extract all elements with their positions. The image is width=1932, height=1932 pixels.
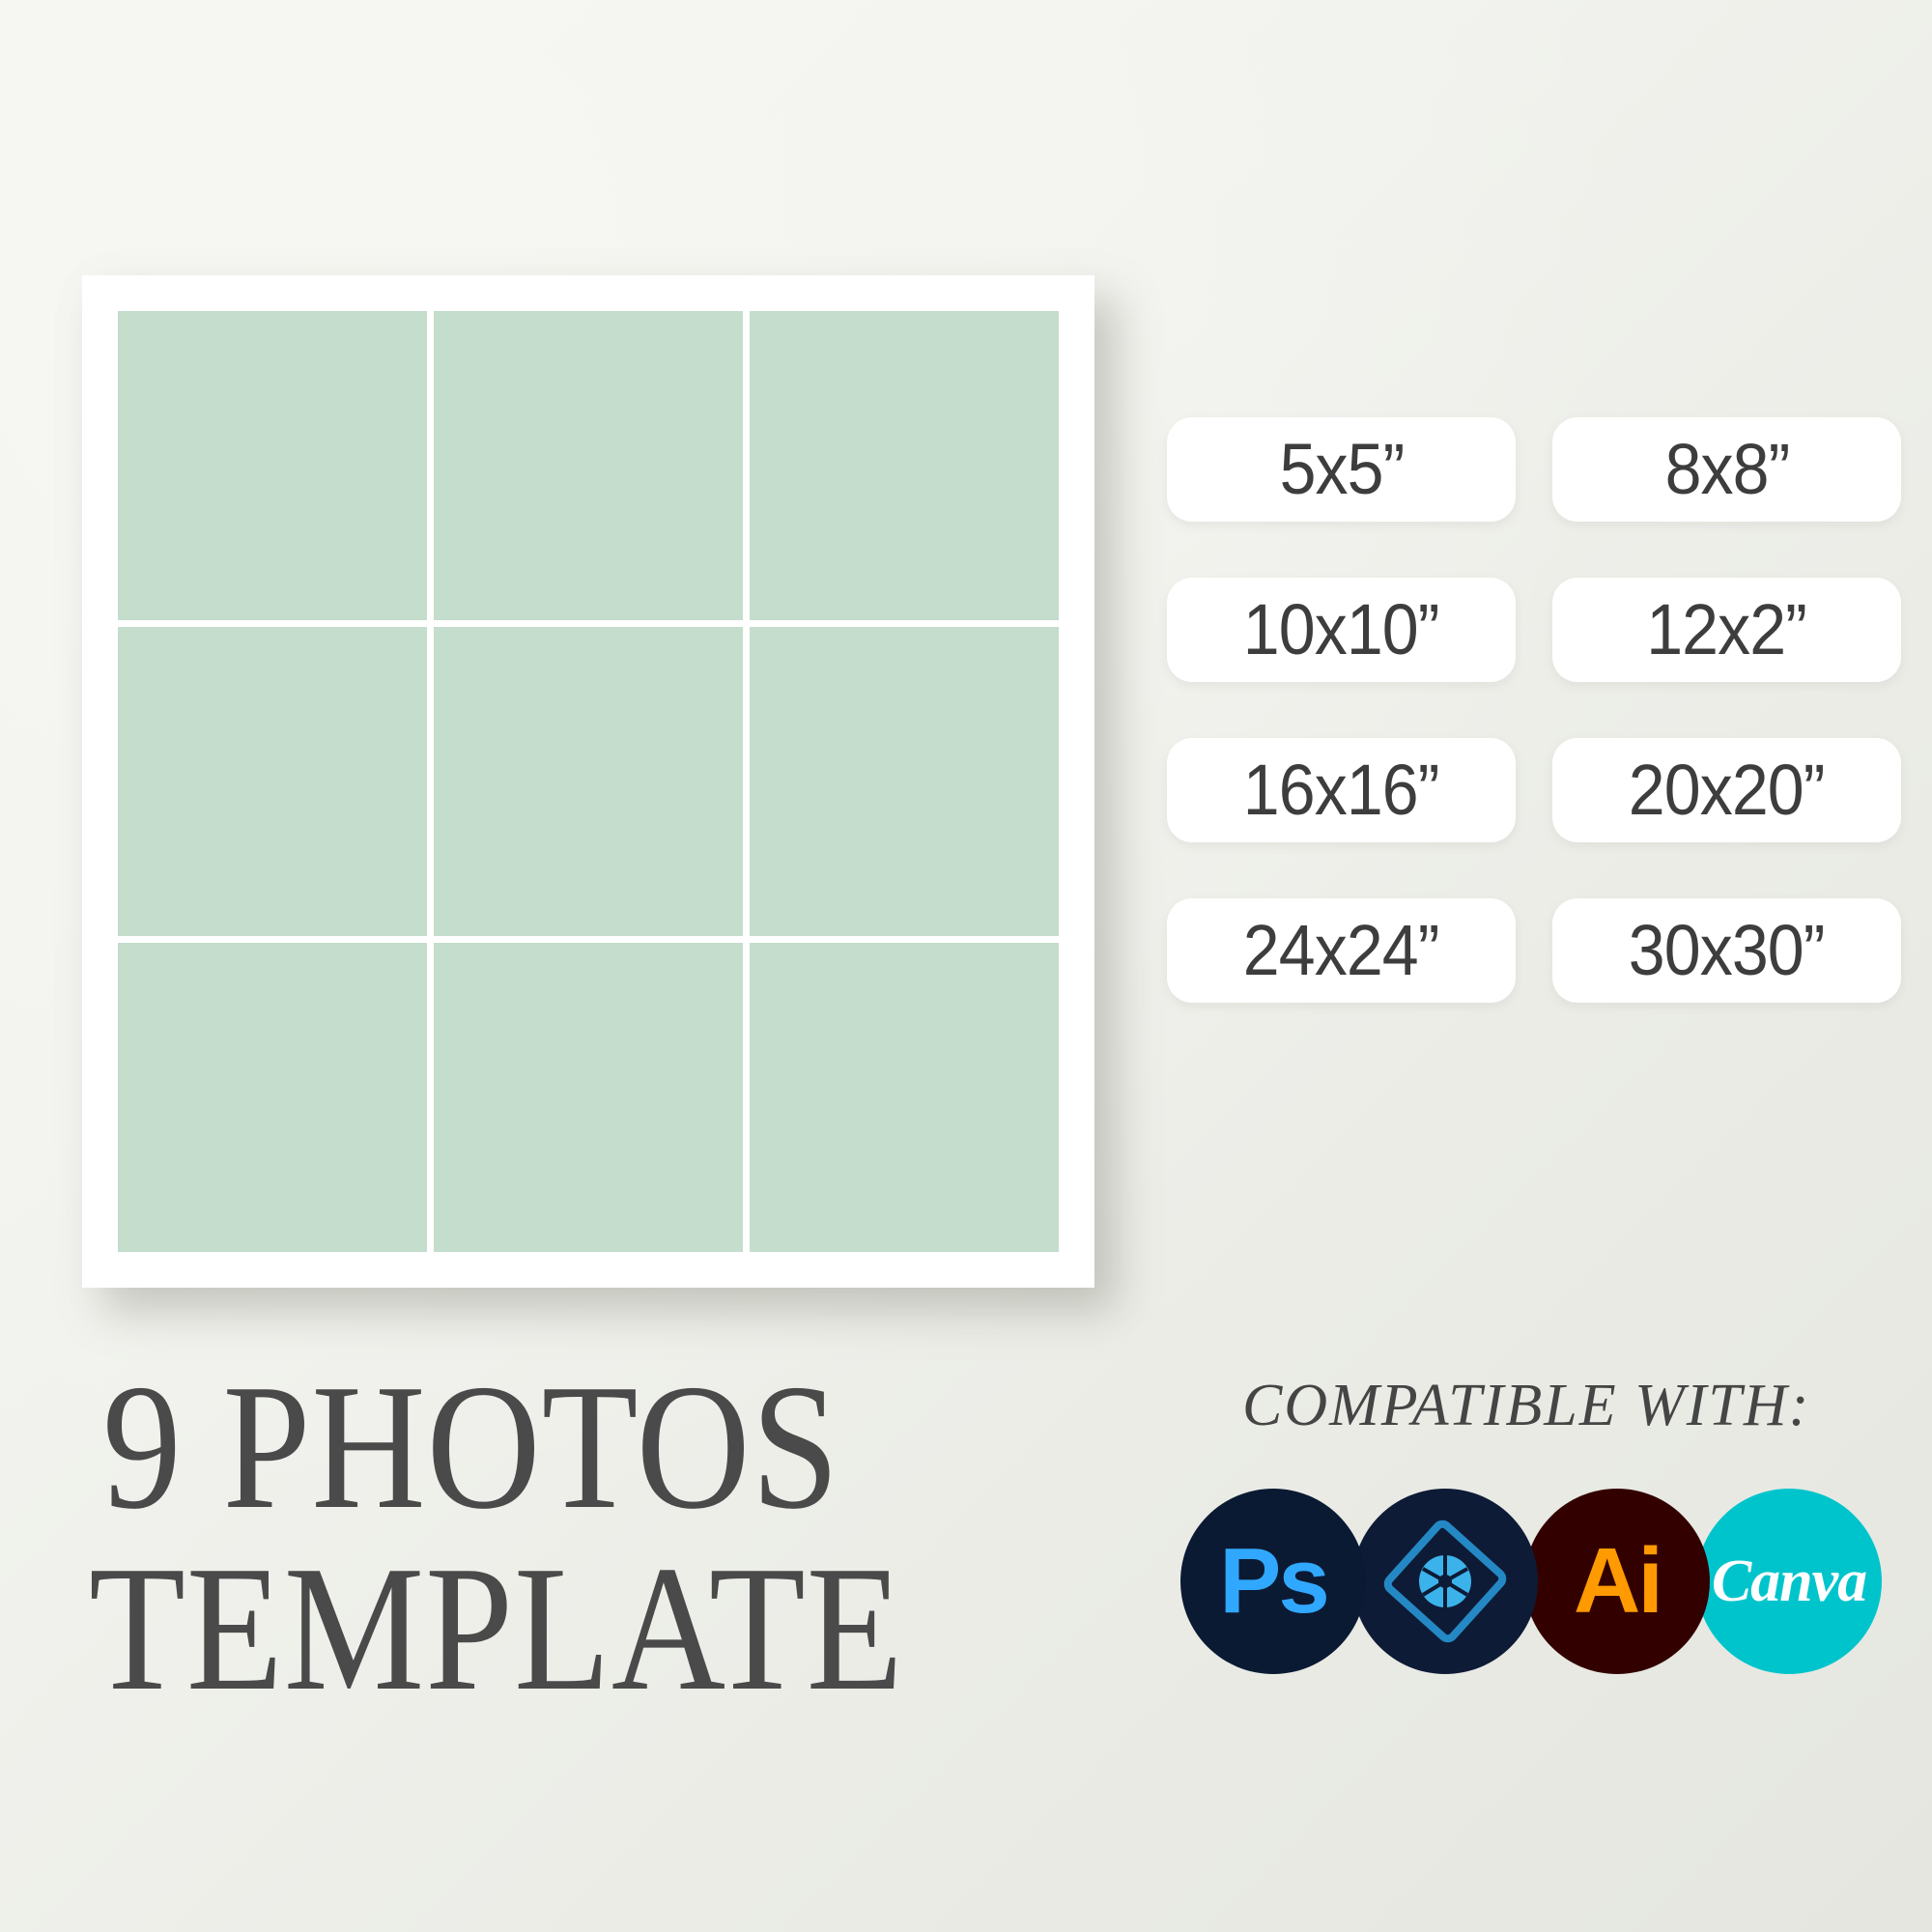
photo-placeholder-6[interactable] [750, 627, 1059, 936]
photo-placeholder-3[interactable] [750, 311, 1059, 620]
photo-placeholder-7[interactable] [118, 943, 427, 1252]
size-badge-12x2[interactable]: 12x2” [1552, 578, 1901, 682]
title-line-photos: 9 PHOTOS [102, 1348, 840, 1547]
size-badge-16x16[interactable]: 16x16” [1167, 738, 1516, 842]
photo-placeholder-9[interactable] [750, 943, 1059, 1252]
size-badge-10x10[interactable]: 10x10” [1167, 578, 1516, 682]
size-badge-label: 24x24” [1243, 910, 1440, 990]
size-badge-8x8[interactable]: 8x8” [1552, 417, 1901, 522]
photo-placeholder-5[interactable] [434, 627, 743, 936]
photoshop-icon[interactable]: Ps [1180, 1489, 1366, 1674]
compatible-with-heading: COMPATIBLE WITH: [1242, 1373, 1811, 1438]
size-badge-label: 8x8” [1664, 429, 1790, 509]
photo-placeholder-4[interactable] [118, 627, 427, 936]
title-line-template: TEMPLATE [89, 1529, 904, 1729]
photo-placeholder-1[interactable] [118, 311, 427, 620]
size-badge-label: 16x16” [1243, 750, 1440, 830]
size-badge-label: 12x2” [1646, 589, 1808, 669]
size-badge-label: 5x5” [1279, 429, 1405, 509]
size-badge-24x24[interactable]: 24x24” [1167, 898, 1516, 1003]
photoshop-elements-icon[interactable] [1352, 1489, 1538, 1674]
mockup-canvas: 5x5” 8x8” 10x10” 12x2” 16x16” 20x20” 24x… [0, 0, 1932, 1932]
illustrator-icon[interactable]: Ai [1524, 1489, 1710, 1674]
compatible-with-block: COMPATIBLE WITH: [1242, 1376, 1810, 1435]
size-badge-20x20[interactable]: 20x20” [1552, 738, 1901, 842]
photo-grid [118, 311, 1059, 1252]
size-badge-list: 5x5” 8x8” 10x10” 12x2” 16x16” 20x20” 24x… [1167, 417, 1901, 1003]
illustrator-glyph: Ai [1574, 1529, 1663, 1633]
canva-glyph: Canva [1711, 1548, 1867, 1614]
page-title: 9 PHOTOS TEMPLATE [89, 1348, 1113, 1729]
canva-icon[interactable]: Canva [1696, 1489, 1882, 1674]
size-badge-30x30[interactable]: 30x30” [1552, 898, 1901, 1003]
compatible-app-icon-list: Ps Ai Canva [1180, 1489, 1882, 1674]
photoshop-glyph: Ps [1219, 1529, 1329, 1633]
photo-placeholder-2[interactable] [434, 311, 743, 620]
size-badge-label: 20x20” [1629, 750, 1826, 830]
aperture-diamond-glyph [1383, 1520, 1507, 1643]
size-badge-5x5[interactable]: 5x5” [1167, 417, 1516, 522]
photo-collage-frame [82, 275, 1094, 1288]
photo-placeholder-8[interactable] [434, 943, 743, 1252]
size-badge-label: 10x10” [1243, 589, 1440, 669]
size-badge-label: 30x30” [1629, 910, 1826, 990]
